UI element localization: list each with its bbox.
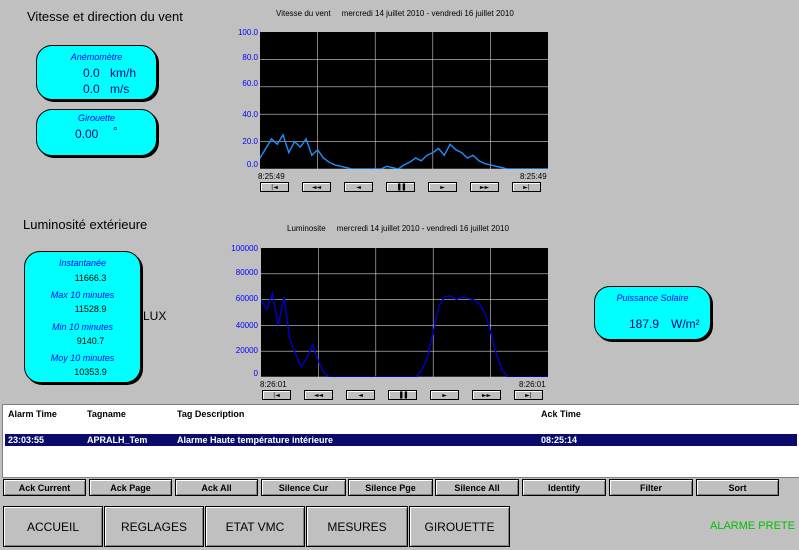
status-text: ALARME PRETE (710, 520, 795, 532)
wind-ytick: 0.0 (246, 160, 258, 169)
silence-current-button[interactable]: Silence Cur (261, 479, 346, 496)
lum-time-start: 8:26:01 (260, 380, 287, 389)
wind-back-button[interactable]: ◄ (344, 182, 373, 192)
wind-forward-button[interactable]: ►► (470, 182, 499, 192)
silence-all-button[interactable]: Silence All (435, 479, 519, 496)
lum-ytick: 60000 (235, 294, 258, 303)
lum-min-label: Min 10 minutes (51, 322, 114, 332)
wind-ytick: 40.0 (242, 110, 258, 119)
lum-avg-value: 10353.9 (74, 367, 107, 377)
luminosity-box: Instantanée 11666.3 Max 10 minutes 11528… (24, 251, 141, 383)
lum-ytick: 80000 (235, 268, 258, 277)
lum-max-value: 11528.9 (74, 304, 107, 314)
lum-section-title: Luminosité extérieure (23, 217, 148, 232)
lum-time-end: 8:26:01 (519, 380, 546, 389)
nav-reglages-button[interactable]: REGLAGES (104, 506, 204, 547)
lum-rewind-button[interactable]: ◄◄ (304, 390, 333, 400)
ack-all-button[interactable]: Ack All (175, 479, 258, 496)
lum-ytick: 40000 (235, 321, 258, 330)
lum-instant-label: Instantanée (58, 258, 107, 268)
wind-pause-button[interactable]: ▐▐ (386, 182, 415, 192)
lum-series-line (260, 290, 548, 378)
lum-play-button[interactable]: ► (430, 390, 459, 400)
lum-max-label: Max 10 minutes (50, 290, 115, 300)
alarm-row[interactable]: 23:03:55 APRALH_Tem Alarme Haute tempéra… (5, 434, 797, 446)
wind-ytick: 60.0 (242, 79, 258, 88)
alarm-row-time: 23:03:55 (8, 435, 45, 445)
solar-unit: W/m² (671, 317, 700, 331)
wind-vane-value: 0.00 (75, 127, 99, 141)
lum-chart (260, 248, 548, 378)
wind-ytick: 20.0 (242, 137, 258, 146)
nav-accueil-button[interactable]: ACCUEIL (3, 506, 103, 547)
wind-vane-box: Girouette 0.00 ° (36, 109, 157, 156)
wind-section-title: Vitesse et direction du vent (27, 9, 183, 24)
wind-vane-unit: ° (113, 124, 118, 138)
lum-instant-value: 11666.3 (74, 273, 107, 283)
wind-last-button[interactable]: ►| (512, 182, 541, 192)
wind-ytick: 100.0 (237, 28, 258, 37)
solar-power-box: Puissance Solaire 187.9 W/m² (594, 286, 711, 340)
nav-mesures-button[interactable]: MESURES (306, 506, 408, 547)
col-alarm-time[interactable]: Alarm Time (8, 409, 57, 419)
lum-last-button[interactable]: ►| (514, 390, 543, 400)
wind-series-line (259, 133, 548, 170)
lum-chart-title: Luminosite mercredi 14 juillet 2010 - ve… (287, 224, 509, 233)
lum-avg-label: Moy 10 minutes (50, 353, 115, 363)
lum-ytick: 100000 (231, 244, 258, 253)
wind-rewind-button[interactable]: ◄◄ (302, 182, 331, 192)
anemometer-kmh-value: 0.0 (83, 66, 100, 80)
wind-play-button[interactable]: ► (428, 182, 457, 192)
nav-etat-vmc-button[interactable]: ETAT VMC (205, 506, 305, 547)
alarm-row-tag: APRALH_Tem (87, 435, 148, 445)
lum-ytick: 20000 (235, 346, 258, 355)
wind-vane-caption: Girouette (77, 113, 116, 123)
solar-caption: Puissance Solaire (616, 293, 689, 303)
silence-page-button[interactable]: Silence Pge (348, 479, 433, 496)
filter-button[interactable]: Filter (609, 479, 693, 496)
wind-time-start: 8:25:49 (258, 172, 285, 181)
anemometer-caption: Anémomètre (70, 52, 123, 62)
ack-current-button[interactable]: Ack Current (3, 479, 86, 496)
wind-time-end: 8:25:49 (520, 172, 547, 181)
lum-min-value: 9140.7 (76, 336, 105, 346)
nav-girouette-button[interactable]: GIROUETTE (409, 506, 510, 547)
identify-button[interactable]: Identify (522, 479, 606, 496)
anemometer-ms-unit: m/s (110, 82, 130, 96)
lum-back-button[interactable]: ◄ (346, 390, 375, 400)
wind-plot-area (259, 32, 548, 170)
alarm-panel: Alarm Time Tagname Tag Description Ack T… (2, 404, 799, 478)
lum-plot-area (260, 248, 548, 378)
lum-ytick: 0 (253, 369, 258, 378)
wind-chart-title: Vitesse du vent mercredi 14 juillet 2010… (276, 9, 514, 18)
wind-ytick: 80.0 (242, 53, 258, 62)
anemometer-ms-value: 0.0 (83, 82, 100, 96)
lum-first-button[interactable]: |◄ (262, 390, 291, 400)
lux-unit-label: LUX (143, 309, 167, 323)
lum-pause-button[interactable]: ▐▐ (388, 390, 417, 400)
ack-page-button[interactable]: Ack Page (89, 479, 172, 496)
lum-forward-button[interactable]: ►► (472, 390, 501, 400)
sort-button[interactable]: Sort (696, 479, 779, 496)
col-tag-description[interactable]: Tag Description (177, 409, 244, 419)
anemometer-box: Anémomètre 0.0 km/h 0.0 m/s (36, 45, 157, 100)
wind-first-button[interactable]: |◄ (260, 182, 289, 192)
alarm-row-description: Alarme Haute température intérieure (177, 435, 334, 445)
anemometer-kmh-unit: km/h (110, 66, 137, 80)
col-tagname[interactable]: Tagname (87, 409, 126, 419)
solar-value: 187.9 (629, 317, 660, 331)
wind-chart (259, 32, 548, 170)
col-ack-time[interactable]: Ack Time (541, 409, 581, 419)
alarm-row-ack-time: 08:25:14 (541, 435, 578, 445)
